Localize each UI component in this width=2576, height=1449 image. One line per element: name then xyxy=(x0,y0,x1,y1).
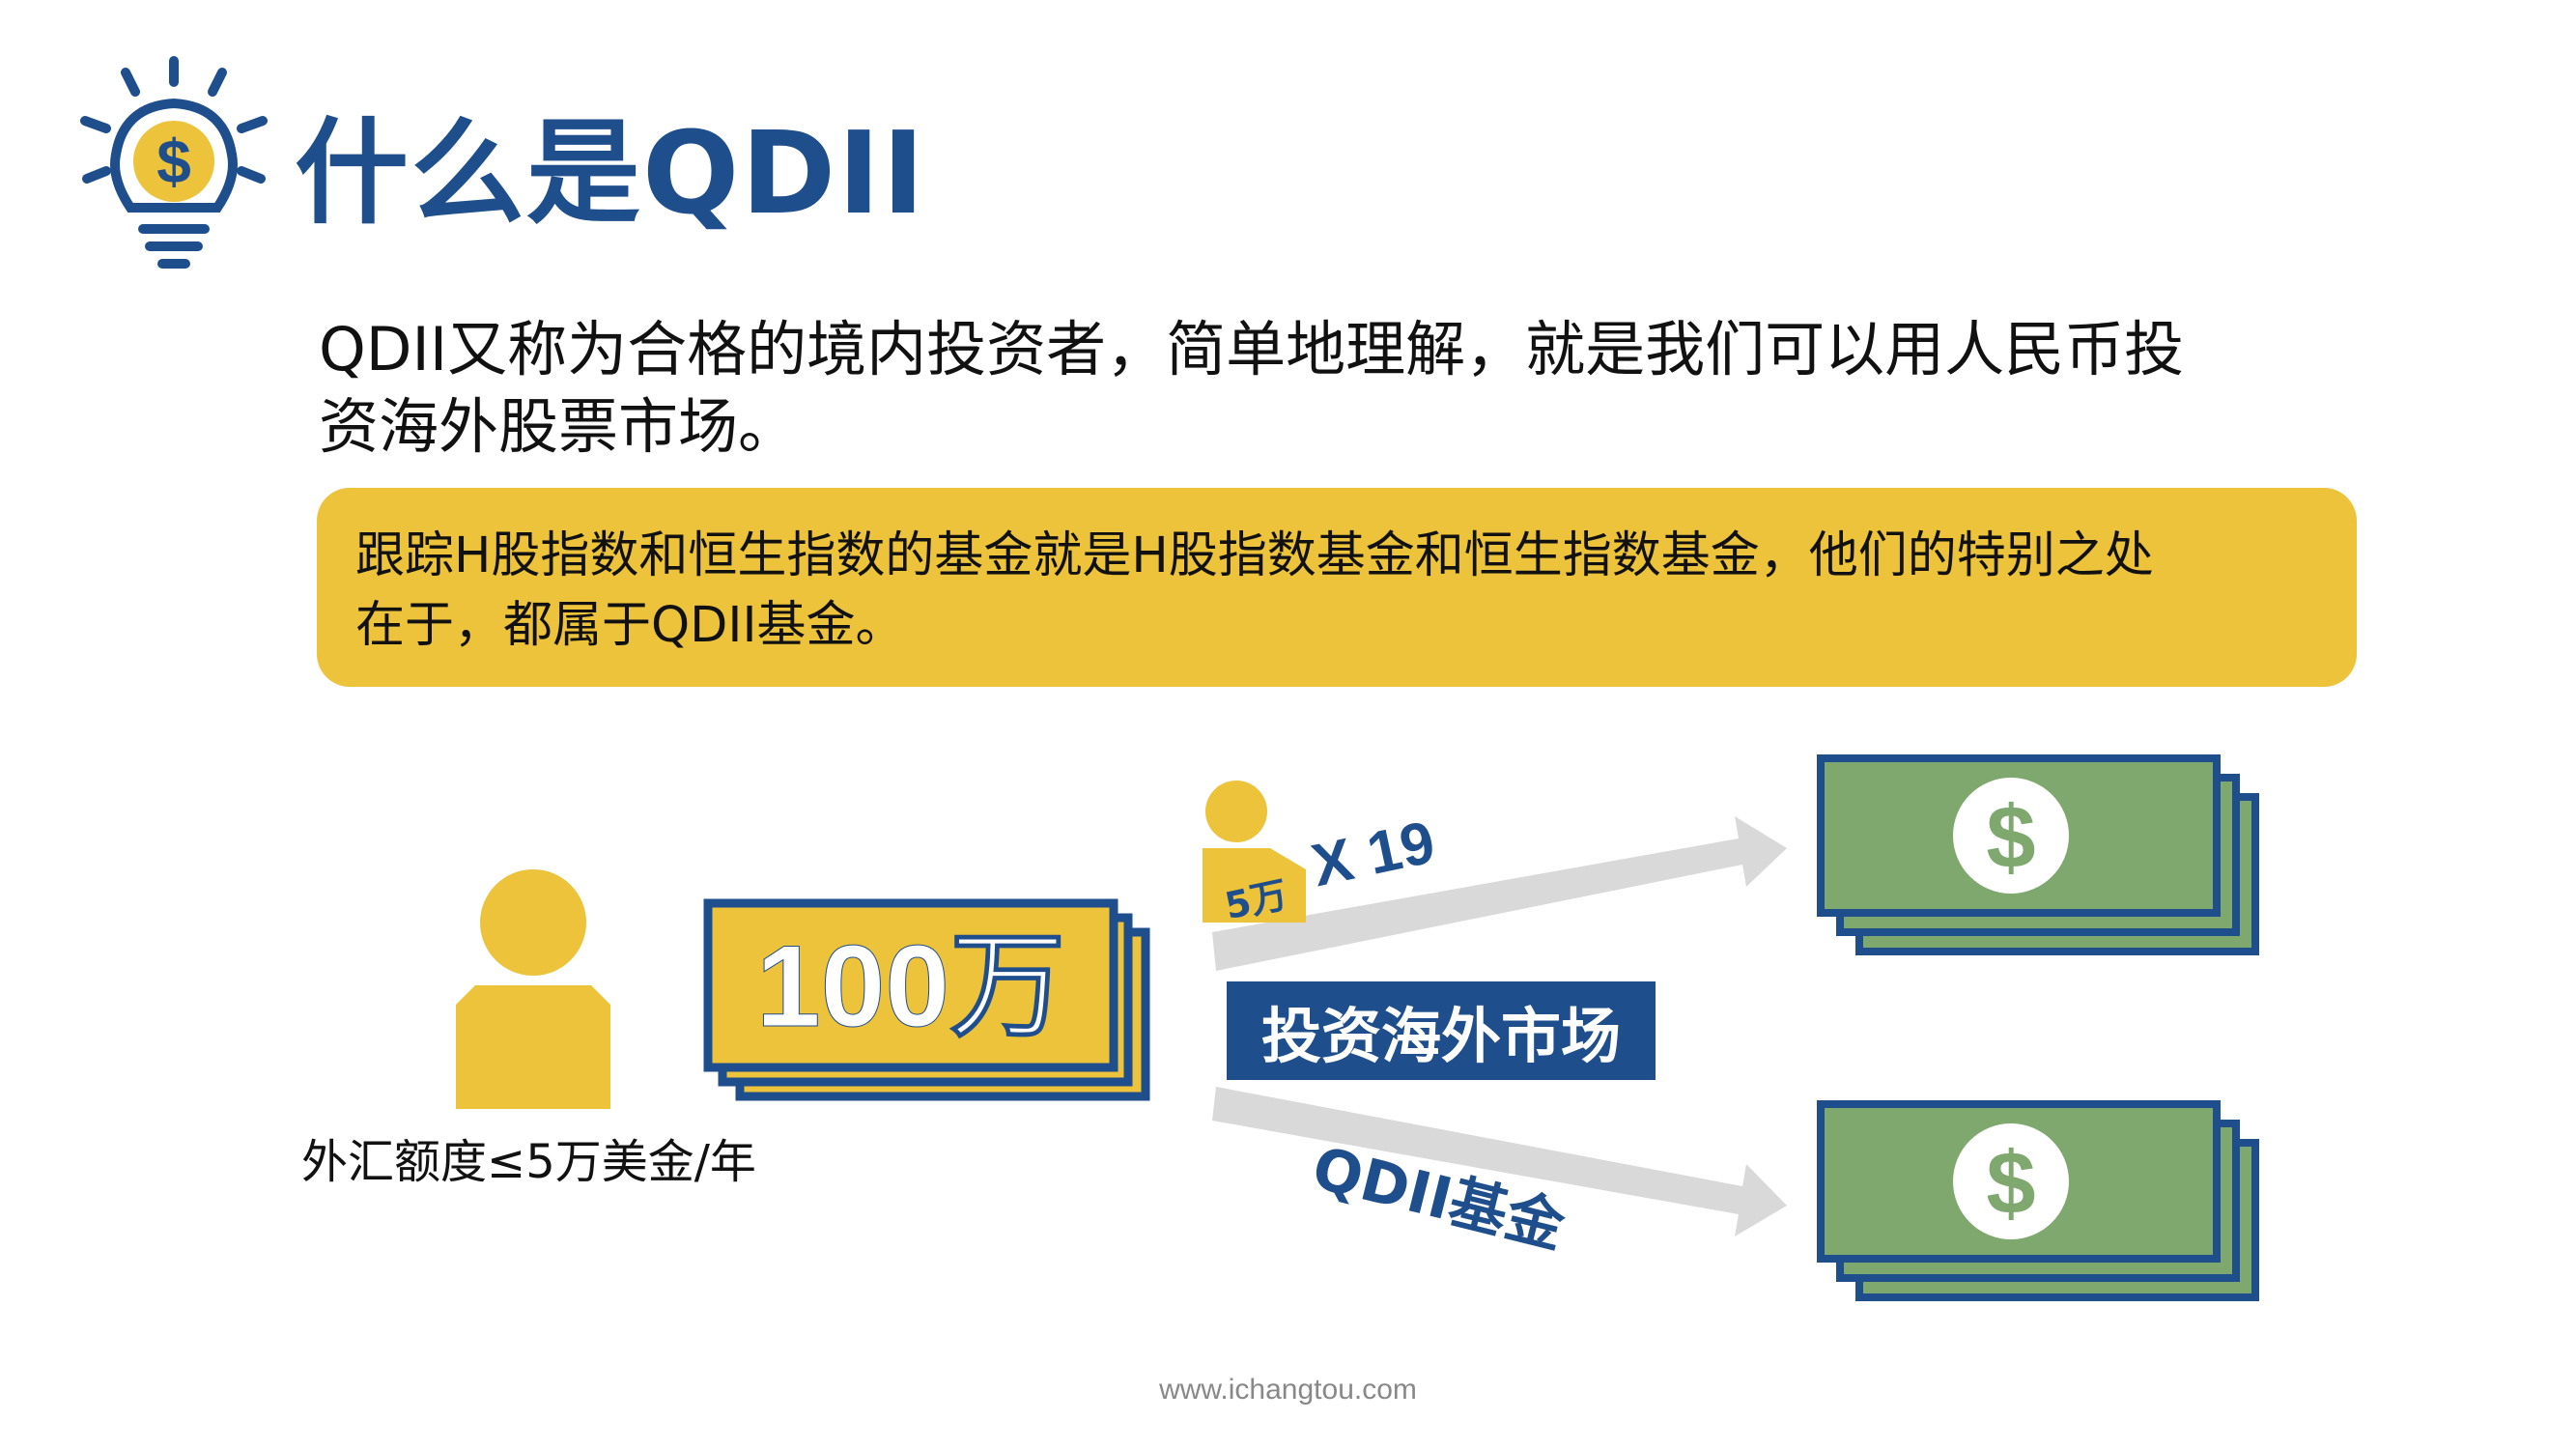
investor-person-icon xyxy=(456,869,610,1109)
forex-quota-caption: 外汇额度≤5万美金/年 xyxy=(301,1135,756,1189)
multiplier-label: X 19 xyxy=(1306,809,1440,899)
qdii-diagram: 100万 5万 X 19 QDII基金 $ $ xyxy=(456,754,2259,1301)
footer-url[interactable]: www.ichangtou.com xyxy=(0,1374,2576,1406)
bill-amount-label: 100万 xyxy=(756,922,1065,1051)
dollar-bill-stack-bottom xyxy=(1817,1100,2259,1301)
overseas-market-badge: 投资海外市场 xyxy=(1227,981,1656,1080)
dollar-bill-stack-top xyxy=(1817,754,2259,955)
dollar-icon-bottom: $ xyxy=(1986,1134,2035,1233)
dollar-icon-top: $ xyxy=(1986,788,2035,887)
